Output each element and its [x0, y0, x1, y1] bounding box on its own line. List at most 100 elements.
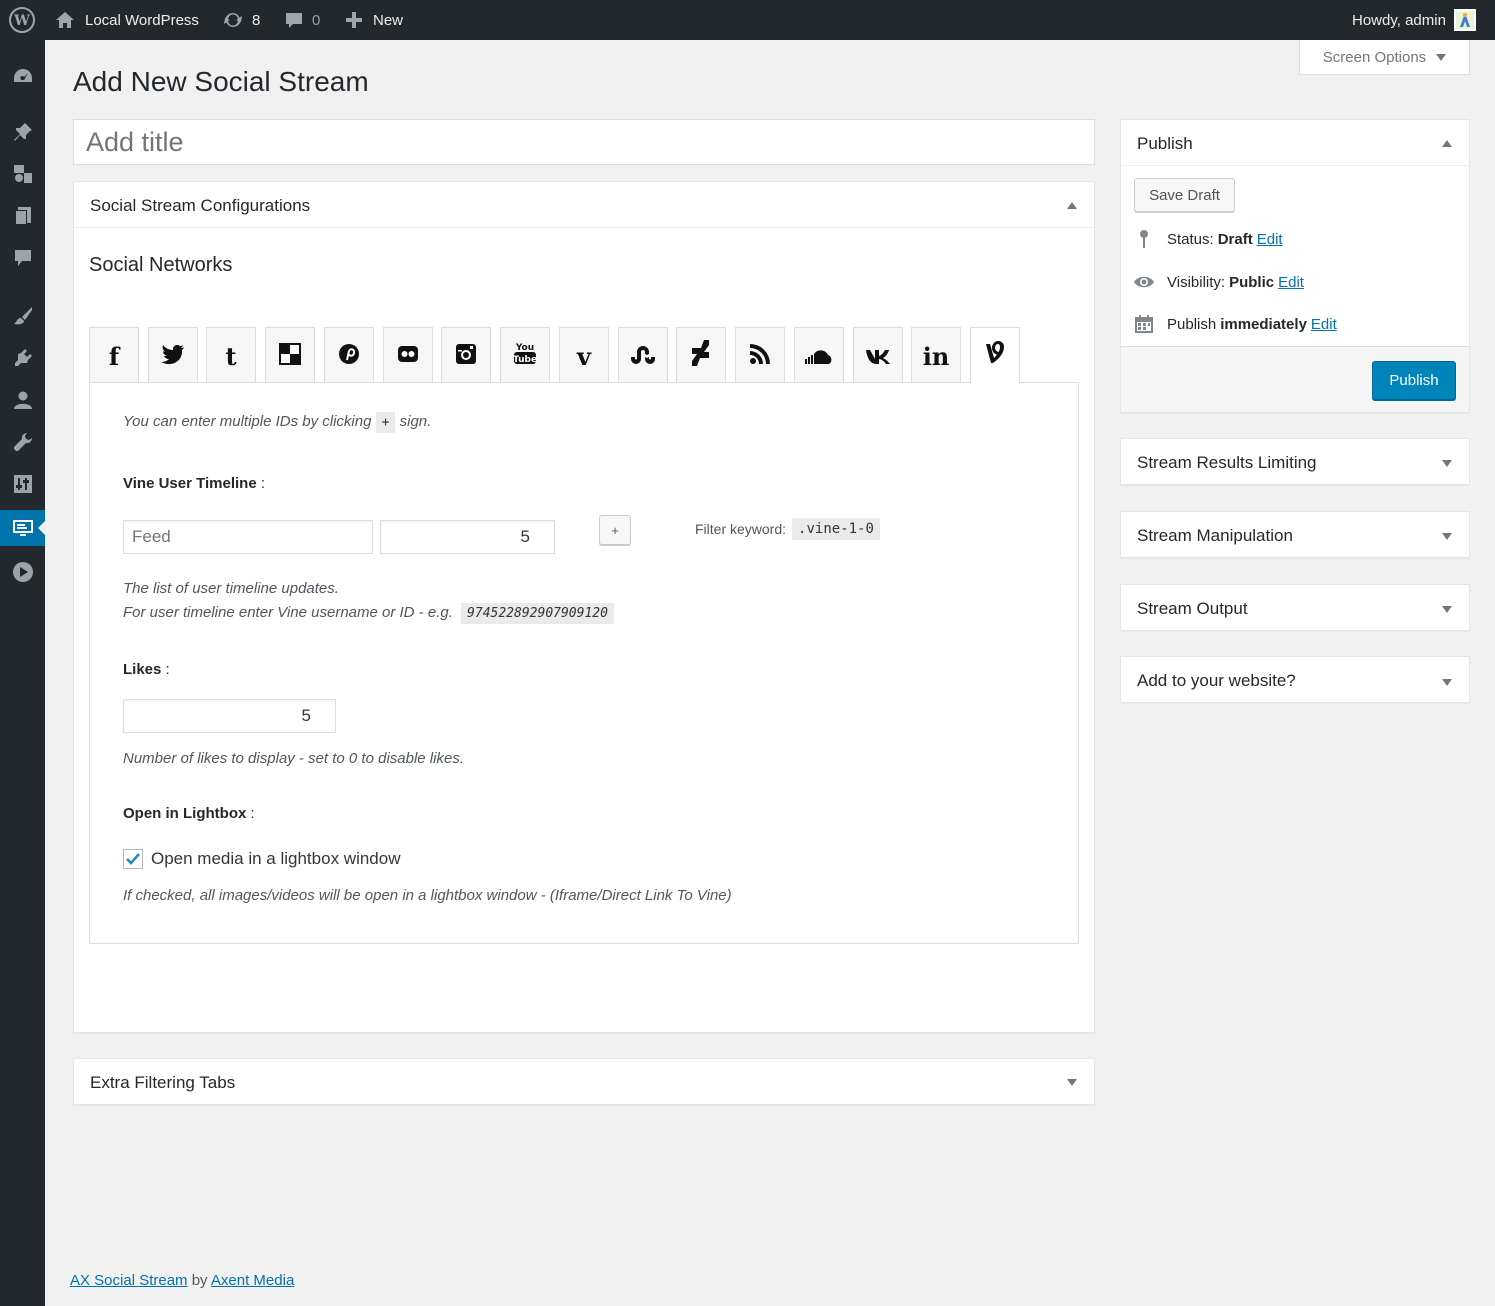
box-title: Add to your website?: [1137, 671, 1296, 690]
author-link[interactable]: Axent Media: [211, 1272, 294, 1289]
screen-options-button[interactable]: Screen Options: [1299, 40, 1470, 75]
stream-results-limiting-box[interactable]: Stream Results Limiting: [1120, 438, 1470, 485]
lightbox-label: Open in Lightbox :: [123, 805, 255, 822]
lightbox-checkbox[interactable]: [123, 849, 143, 869]
tab-soundcloud[interactable]: [794, 327, 844, 384]
wordpress-logo-icon[interactable]: W: [9, 0, 35, 40]
updates-count: 8: [252, 11, 261, 29]
tab-twitter[interactable]: [148, 327, 198, 384]
updates-icon: [224, 12, 242, 28]
stream-manipulation-box[interactable]: Stream Manipulation: [1120, 511, 1470, 558]
timeline-count-input[interactable]: [380, 520, 555, 554]
menu-social-stream[interactable]: [0, 510, 45, 546]
my-account-link[interactable]: Howdy, admin: [1352, 0, 1476, 40]
eye-icon: [1134, 276, 1154, 288]
greeting: Howdy, admin: [1352, 11, 1446, 29]
tab-instagram[interactable]: [441, 327, 491, 384]
collapse-arrow-icon[interactable]: [1067, 202, 1077, 209]
edit-status-link[interactable]: Edit: [1257, 231, 1283, 248]
tab-delicious[interactable]: [265, 327, 315, 384]
hint-text-end: sign.: [399, 413, 432, 430]
menu-comments[interactable]: [0, 240, 45, 276]
box-title: Stream Manipulation: [1137, 526, 1293, 545]
help-text: For user timeline enter Vine username or…: [123, 604, 453, 621]
admin-bar: W Local WordPress 8 0 New Howdy, admin: [0, 0, 1495, 40]
menu-pages[interactable]: [0, 198, 45, 234]
plugin-link[interactable]: AX Social Stream: [70, 1272, 188, 1289]
multiple-ids-hint: You can enter multiple IDs by clicking +…: [123, 412, 432, 433]
tab-youtube[interactable]: You Tube: [500, 327, 550, 384]
lightbox-checkbox-label: Open media in a lightbox window: [151, 849, 401, 868]
tab-deviantart[interactable]: [676, 327, 726, 384]
publish-button[interactable]: Publish: [1372, 361, 1456, 400]
menu-media[interactable]: [0, 156, 45, 192]
svg-text:Tube: Tube: [513, 355, 537, 365]
collapse-arrow-icon[interactable]: [1442, 140, 1452, 147]
menu-plugins[interactable]: [0, 340, 45, 376]
tab-facebook[interactable]: f: [89, 327, 139, 384]
new-label: New: [373, 11, 404, 29]
likes-count-input[interactable]: [123, 699, 336, 733]
publish-box-header[interactable]: Publish: [1121, 120, 1469, 166]
tab-pinterest[interactable]: [324, 327, 374, 384]
tab-flickr[interactable]: [383, 327, 433, 384]
save-draft-button[interactable]: Save Draft: [1134, 178, 1235, 212]
soundcloud-icon: [804, 342, 834, 371]
publish-value: immediately: [1220, 315, 1307, 333]
expand-arrow-icon[interactable]: [1442, 606, 1452, 613]
deviantart-icon: [691, 340, 711, 372]
menu-settings[interactable]: [0, 466, 45, 502]
pin-icon: [1140, 230, 1148, 248]
svg-text:You: You: [515, 343, 534, 353]
menu-users[interactable]: [0, 382, 45, 418]
expand-arrow-icon[interactable]: [1442, 679, 1452, 686]
tab-stumbleupon[interactable]: [618, 327, 668, 384]
timeline-help-line1: The list of user timeline updates.: [123, 580, 339, 597]
site-name-link[interactable]: Local WordPress: [55, 0, 199, 40]
media-icon: [13, 165, 32, 183]
pinterest-icon: [338, 342, 360, 371]
menu-posts[interactable]: [0, 114, 45, 150]
tab-linkedin[interactable]: in: [911, 327, 961, 384]
updates-link[interactable]: 8: [222, 0, 260, 40]
calendar-icon: [1135, 315, 1153, 333]
likes-label: Likes :: [123, 661, 170, 678]
comments-link[interactable]: 0: [284, 0, 320, 40]
new-content-link[interactable]: New: [345, 0, 403, 40]
lightbox-help: If checked, all images/videos will be op…: [123, 887, 732, 904]
post-title-input[interactable]: [73, 119, 1095, 165]
tumblr-icon: t: [225, 341, 237, 371]
visibility-value: Public: [1229, 273, 1275, 291]
edit-publish-time-link[interactable]: Edit: [1311, 316, 1337, 333]
extra-filtering-box[interactable]: Extra Filtering Tabs: [73, 1058, 1095, 1105]
feed-input[interactable]: [123, 520, 373, 554]
visibility-row: Visibility: Public Edit: [1133, 272, 1304, 292]
tab-tumblr[interactable]: t: [206, 327, 256, 384]
add-to-website-box[interactable]: Add to your website?: [1120, 656, 1470, 703]
expand-arrow-icon[interactable]: [1442, 533, 1452, 540]
menu-appearance[interactable]: [0, 298, 45, 334]
expand-arrow-icon[interactable]: [1067, 1079, 1077, 1086]
add-id-button[interactable]: +: [599, 515, 631, 545]
tab-vimeo[interactable]: v: [559, 327, 609, 384]
expand-arrow-icon[interactable]: [1442, 460, 1452, 467]
tab-vk[interactable]: [853, 327, 903, 384]
menu-dashboard[interactable]: [0, 58, 45, 94]
admin-menu: [0, 40, 45, 1306]
menu-tools[interactable]: [0, 424, 45, 460]
tab-vine[interactable]: [970, 327, 1020, 384]
lightbox-option[interactable]: Open media in a lightbox window: [123, 849, 400, 869]
config-box-header[interactable]: Social Stream Configurations: [74, 182, 1094, 228]
publish-label: Publish: [1167, 315, 1217, 333]
tab-rss[interactable]: [735, 327, 785, 384]
footer-by: by: [191, 1272, 208, 1289]
example-id-code: 974522892907909120: [461, 603, 614, 624]
filter-keyword-code: .vine-1-0: [792, 518, 880, 540]
label-text: Likes: [123, 661, 162, 678]
edit-visibility-link[interactable]: Edit: [1278, 274, 1304, 291]
stumbleupon-icon: [630, 342, 656, 371]
menu-video[interactable]: [0, 554, 45, 590]
youtube-icon: You Tube: [513, 340, 537, 372]
checkmark-icon: [126, 853, 140, 865]
stream-output-box[interactable]: Stream Output: [1120, 584, 1470, 631]
